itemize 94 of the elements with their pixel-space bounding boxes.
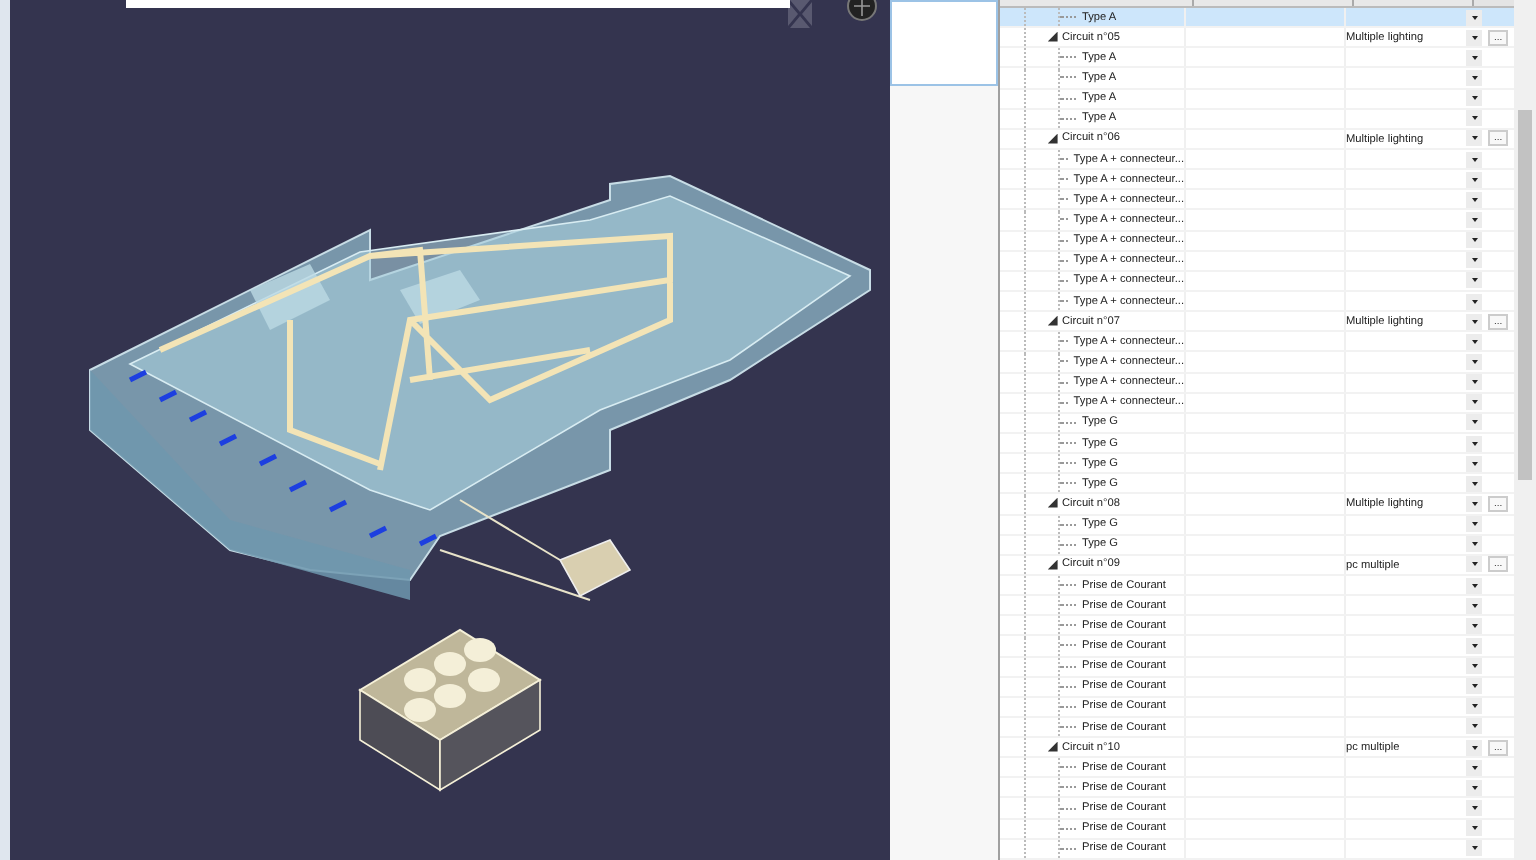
caret-icon — [1471, 238, 1477, 243]
dropdown-button[interactable] — [1466, 394, 1482, 411]
dropdown-button[interactable] — [1466, 90, 1482, 107]
caret-icon — [1471, 157, 1477, 162]
caret-icon — [1471, 562, 1477, 567]
dropdown-button[interactable] — [1466, 333, 1482, 350]
dropdown-button[interactable] — [1466, 211, 1482, 228]
dropdown-button[interactable] — [1466, 739, 1482, 756]
caret-icon — [1471, 35, 1477, 40]
caret-icon — [1471, 197, 1477, 202]
dropdown-button[interactable] — [1466, 536, 1482, 553]
dropdown-button[interactable] — [1466, 637, 1482, 654]
dropdown-button[interactable] — [1466, 252, 1482, 269]
dropdown-button[interactable] — [1466, 779, 1482, 796]
dropdown-button[interactable] — [1466, 556, 1482, 573]
expander-icon[interactable] — [1048, 742, 1058, 753]
caret-icon — [1471, 177, 1477, 182]
caret-icon — [1471, 704, 1477, 709]
dropdown-button[interactable] — [1466, 272, 1482, 289]
caret-icon — [1471, 643, 1477, 648]
caret-icon — [1471, 420, 1477, 425]
caret-icon — [1471, 96, 1477, 101]
caret-icon — [1471, 461, 1477, 466]
3d-viewport[interactable] — [0, 0, 890, 860]
caret-icon — [1471, 278, 1477, 283]
caret-icon — [1471, 116, 1477, 121]
dropdown-button[interactable] — [1466, 191, 1482, 208]
dropdown-button[interactable] — [1466, 293, 1482, 310]
expander-icon[interactable] — [1048, 498, 1058, 509]
expander-icon[interactable] — [1048, 316, 1058, 327]
dropdown-button[interactable] — [1466, 313, 1482, 330]
dropdown-button[interactable] — [1466, 414, 1482, 431]
dropdown-button[interactable] — [1466, 698, 1482, 715]
caret-icon — [1471, 806, 1477, 811]
dropdown-button[interactable] — [1466, 232, 1482, 249]
dropdown-button[interactable] — [1466, 597, 1482, 614]
dropdown-button[interactable] — [1466, 130, 1482, 147]
caret-icon — [1471, 217, 1477, 222]
caret-icon — [1471, 501, 1477, 506]
dropdown-button[interactable] — [1466, 9, 1482, 26]
dropdown-button[interactable] — [1466, 435, 1482, 452]
caret-icon — [1471, 664, 1477, 669]
caret-icon — [1471, 136, 1477, 141]
dropdown-button[interactable] — [1466, 658, 1482, 675]
dropdown-button[interactable] — [1466, 374, 1482, 391]
dropdown-button[interactable] — [1466, 577, 1482, 593]
dropdown-button[interactable] — [1466, 820, 1482, 837]
caret-icon — [1471, 542, 1477, 547]
dropdown-button[interactable] — [1466, 475, 1482, 492]
caret-icon — [1471, 319, 1477, 324]
dropdown-button[interactable] — [1466, 718, 1482, 735]
dropdown-button[interactable] — [1466, 49, 1482, 66]
caret-icon — [1471, 258, 1477, 263]
dropdown-button[interactable] — [1466, 759, 1482, 776]
dropdown-button[interactable] — [1466, 617, 1482, 634]
caret-icon — [1471, 522, 1477, 527]
dropdown-button[interactable] — [1466, 110, 1482, 127]
caret-icon — [1471, 623, 1477, 628]
caret-icon — [1471, 15, 1477, 20]
caret-icon — [1471, 583, 1477, 587]
dropdown-button[interactable] — [1466, 516, 1482, 533]
dropdown-button[interactable] — [1466, 840, 1482, 857]
compass-icon[interactable] — [847, 0, 877, 21]
dropdown-button[interactable] — [1466, 151, 1482, 168]
dropdown-button[interactable] — [1466, 495, 1482, 512]
caret-icon — [1471, 684, 1477, 689]
dropdown-button[interactable] — [1466, 29, 1482, 46]
dropdown-button[interactable] — [1466, 678, 1482, 695]
scrollbar[interactable] — [1514, 0, 1536, 860]
caret-icon — [1471, 724, 1477, 729]
caret-icon — [1471, 299, 1477, 304]
caret-icon — [1471, 785, 1477, 790]
caret-icon — [1471, 55, 1477, 60]
caret-icon — [1471, 441, 1477, 446]
caret-icon — [1471, 75, 1477, 80]
dropdown-button[interactable] — [1466, 171, 1482, 188]
caret-icon — [1471, 481, 1477, 486]
caret-icon — [1471, 846, 1477, 851]
caret-icon — [1471, 765, 1477, 770]
caret-icon — [1471, 603, 1477, 608]
expander-icon[interactable] — [1048, 32, 1058, 43]
caret-icon — [1471, 826, 1477, 831]
navigation-cross-icon[interactable] — [788, 0, 812, 28]
caret-icon — [1471, 339, 1477, 344]
caret-icon — [1471, 400, 1477, 405]
dropdown-button[interactable] — [1466, 353, 1482, 370]
expander-icon[interactable] — [1048, 559, 1058, 570]
dropdown-button[interactable] — [1466, 800, 1482, 817]
caret-icon — [1471, 359, 1477, 364]
caret-icon — [1471, 745, 1477, 750]
expander-icon[interactable] — [1048, 133, 1058, 144]
dropdown-button[interactable] — [1466, 455, 1482, 472]
caret-icon — [1471, 380, 1477, 385]
dropdown-button[interactable] — [1466, 69, 1482, 86]
